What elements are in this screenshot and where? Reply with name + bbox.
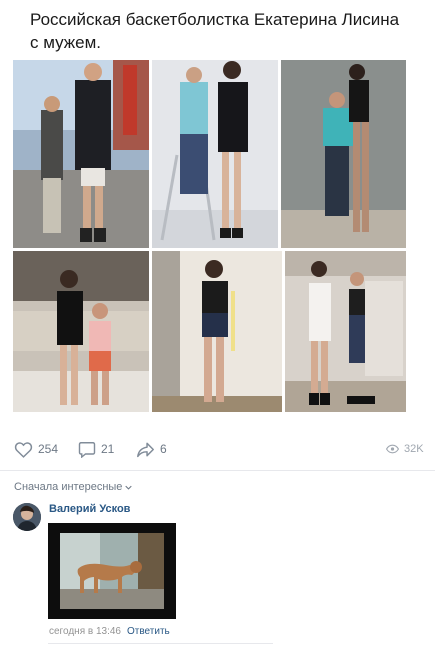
views-counter: 32K <box>386 438 424 460</box>
shares-count: 6 <box>160 442 167 456</box>
post-photo-6[interactable] <box>285 251 406 412</box>
divider <box>0 470 435 471</box>
share-button[interactable]: 6 <box>136 438 167 460</box>
comments-sort-dropdown[interactable]: Сначала интересные <box>14 481 133 493</box>
sort-label: Сначала интересные <box>14 481 123 493</box>
post-photo-1[interactable] <box>13 60 149 248</box>
comments-count: 21 <box>101 442 115 456</box>
divider <box>48 643 273 644</box>
comment-author[interactable]: Валерий Усков <box>49 503 130 515</box>
reply-link[interactable]: Ответить <box>127 626 170 637</box>
share-icon <box>136 441 155 458</box>
post-actions-bar: 254 21 6 32K <box>14 438 424 460</box>
like-button[interactable]: 254 <box>14 438 58 460</box>
comment-button[interactable]: 21 <box>78 438 114 460</box>
views-count: 32K <box>404 443 424 455</box>
post-photo-3[interactable] <box>281 60 406 248</box>
post-photo-5[interactable] <box>152 251 282 412</box>
heart-icon <box>14 441 33 458</box>
comment-meta: сегодня в 13:46 Ответить <box>49 626 170 637</box>
eye-icon <box>386 444 399 454</box>
post-text: Российская баскетболистка Екатерина Лиси… <box>30 10 400 52</box>
post-photo-4[interactable] <box>13 251 149 412</box>
avatar[interactable] <box>13 503 41 531</box>
post-photo-2[interactable] <box>152 60 278 248</box>
likes-count: 254 <box>38 442 59 456</box>
comment-icon <box>78 441 96 458</box>
chevron-down-icon <box>125 481 133 493</box>
comment-time: сегодня в 13:46 <box>49 626 121 637</box>
comment-attachment-image[interactable] <box>48 523 176 619</box>
